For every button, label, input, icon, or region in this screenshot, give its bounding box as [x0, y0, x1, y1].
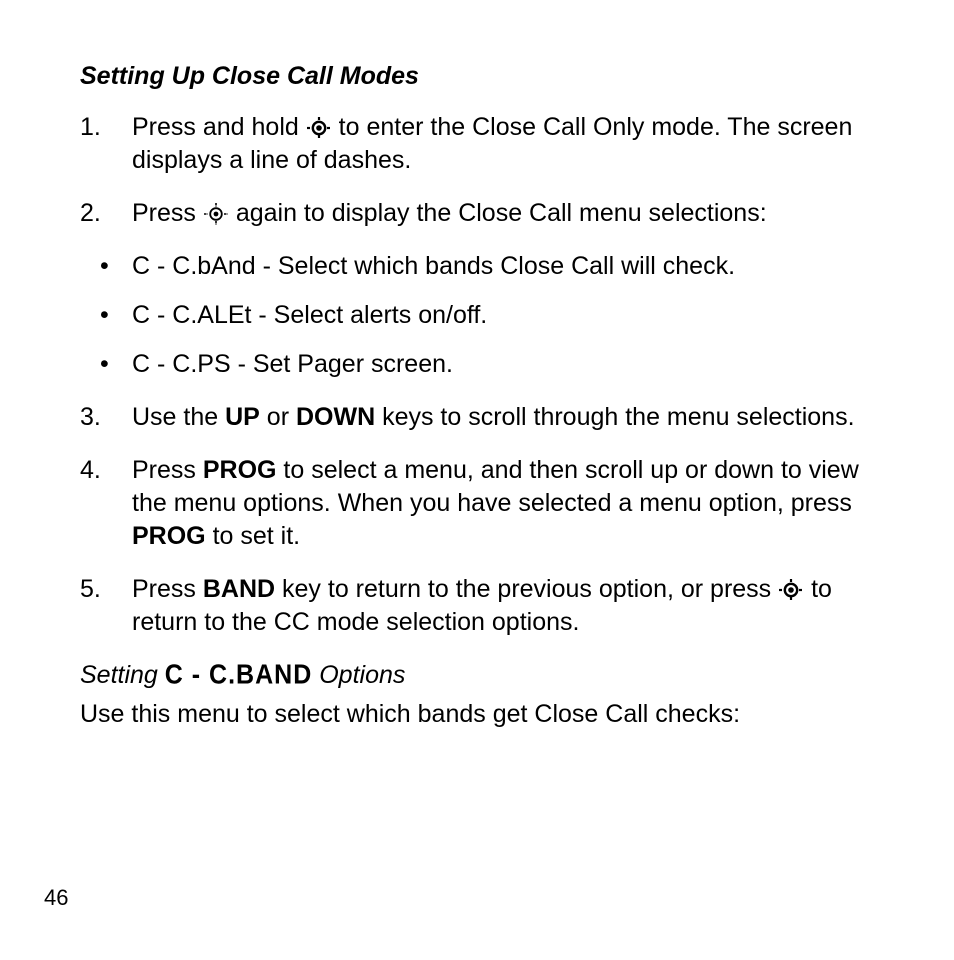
step-number: 1. [80, 111, 132, 177]
step-5: 5. Press BAND key to return to the previ… [80, 573, 884, 639]
list-item: • C - C.ALEt - Select alerts on/off. [80, 299, 884, 332]
step-text: Press PROG to select a menu, and then sc… [132, 454, 884, 553]
text-fragment: again to display the Close Call menu sel… [236, 199, 767, 227]
step-text: Use the UP or DOWN keys to scroll throug… [132, 401, 884, 434]
section-heading: Setting Up Close Call Modes [80, 60, 884, 93]
list-text: C - C.ALEt - Select alerts on/off. [132, 299, 884, 332]
list-text: C - C.bAnd - Select which bands Close Ca… [132, 250, 884, 283]
step-text: Press BAND key to return to the previous… [132, 573, 884, 639]
text-fragment: Setting [80, 661, 165, 689]
lcd-text: C - C.BAND [165, 657, 313, 693]
text-fragment: to set it. [206, 522, 300, 550]
text-fragment: key to return to the previous option, or… [275, 575, 778, 603]
bullet-icon: • [100, 348, 132, 381]
step-text: Press and hold to enter the Close Call O… [132, 111, 884, 177]
text-fragment: Press [132, 456, 203, 484]
text-fragment: Use the [132, 403, 225, 431]
key-label: PROG [132, 522, 206, 550]
text-fragment: keys to scroll through the menu selectio… [375, 403, 854, 431]
text-fragment: Options [312, 661, 405, 689]
text-fragment: or [260, 403, 296, 431]
body-text: Use this menu to select which bands get … [80, 698, 884, 731]
step-2: 2. Press again to display the Close Call… [80, 197, 884, 230]
document-page: Setting Up Close Call Modes 1. Press and… [0, 0, 954, 960]
step-number: 4. [80, 454, 132, 553]
step-text: Press again to display the Close Call me… [132, 197, 884, 230]
bulleted-sub-list: • C - C.bAnd - Select which bands Close … [80, 250, 884, 381]
text-fragment: Press [132, 575, 203, 603]
key-label: DOWN [296, 403, 375, 431]
key-label: PROG [203, 456, 277, 484]
sub-heading: Setting C - C.BAND Options [80, 659, 884, 692]
close-call-icon [203, 203, 229, 225]
key-label: UP [225, 403, 260, 431]
list-item: • C - C.PS - Set Pager screen. [80, 348, 884, 381]
list-item: • C - C.bAnd - Select which bands Close … [80, 250, 884, 283]
text-fragment: Press and hold [132, 113, 306, 141]
step-4: 4. Press PROG to select a menu, and then… [80, 454, 884, 553]
close-call-icon [306, 117, 332, 139]
step-number: 3. [80, 401, 132, 434]
key-label: BAND [203, 575, 275, 603]
ordered-steps-list: 1. Press and hold to enter the Close Cal… [80, 111, 884, 230]
step-number: 5. [80, 573, 132, 639]
text-fragment: Press [132, 199, 203, 227]
page-number: 46 [44, 883, 68, 912]
bullet-icon: • [100, 250, 132, 283]
step-3: 3. Use the UP or DOWN keys to scroll thr… [80, 401, 884, 434]
step-1: 1. Press and hold to enter the Close Cal… [80, 111, 884, 177]
step-number: 2. [80, 197, 132, 230]
list-text: C - C.PS - Set Pager screen. [132, 348, 884, 381]
ordered-steps-list-cont: 3. Use the UP or DOWN keys to scroll thr… [80, 401, 884, 639]
bullet-icon: • [100, 299, 132, 332]
close-call-icon [778, 579, 804, 601]
